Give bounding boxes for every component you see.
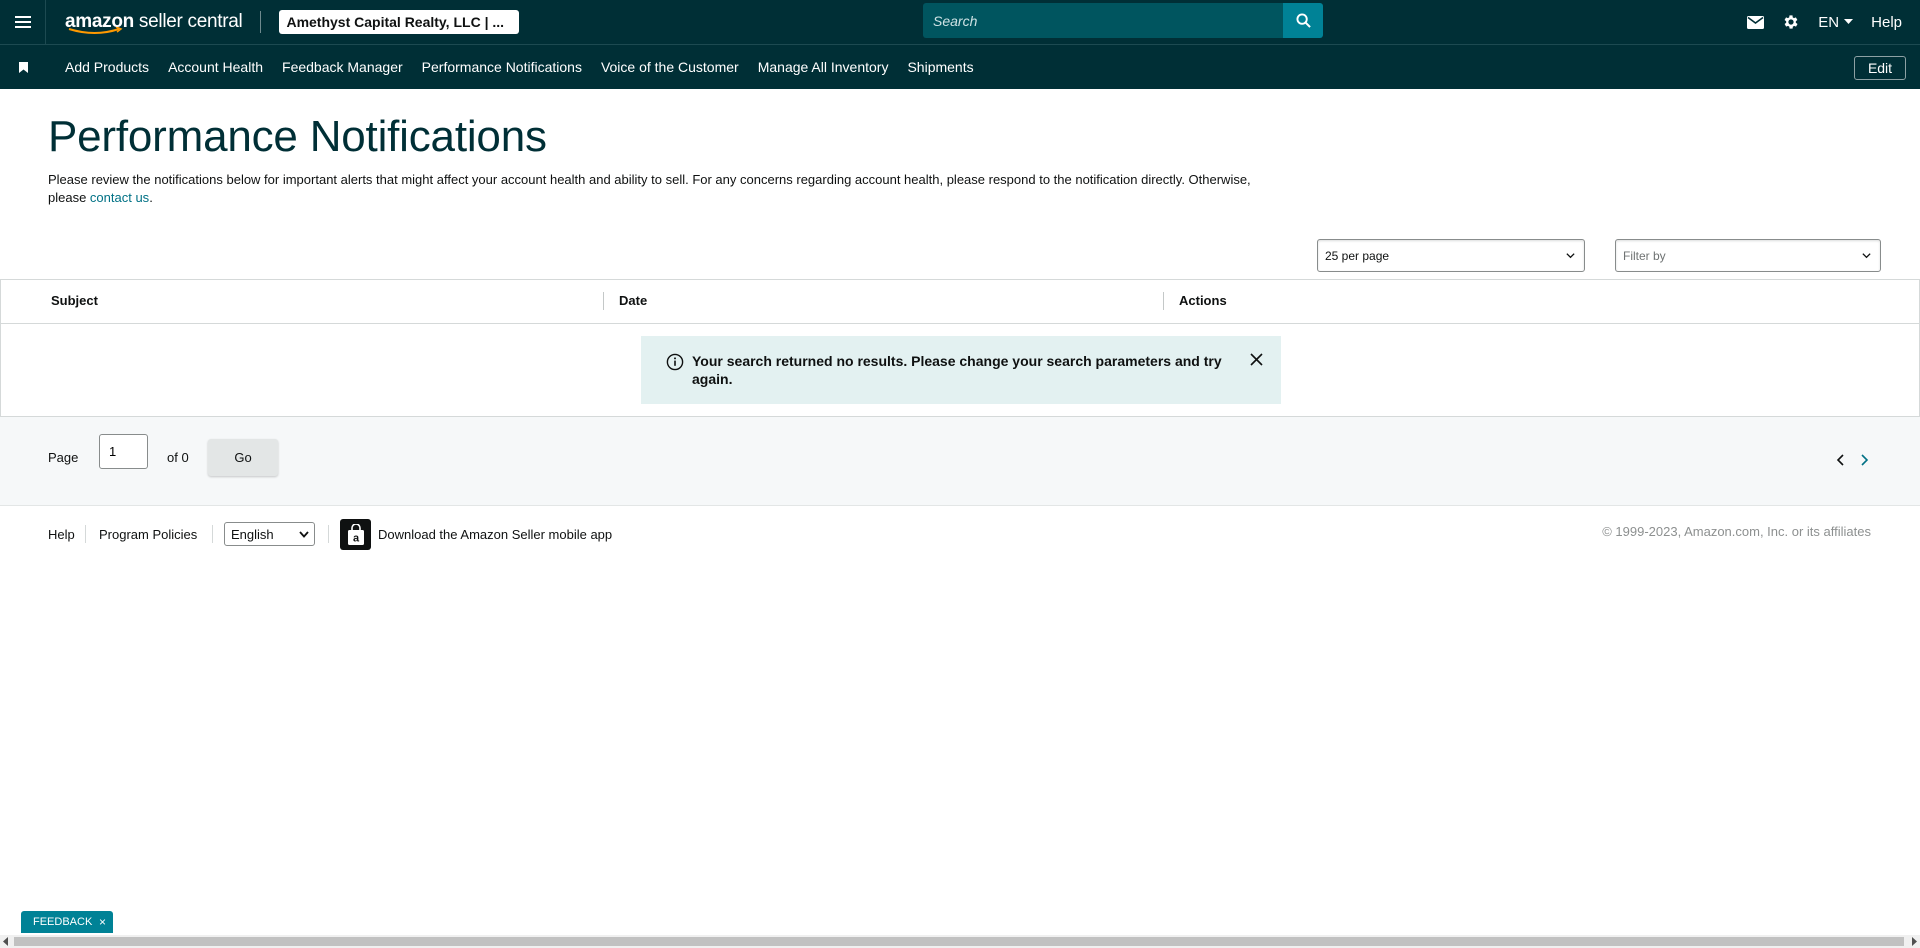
column-divider	[603, 292, 604, 310]
description-end: .	[149, 190, 153, 205]
alert-message: Your search returned no results. Please …	[692, 353, 1222, 387]
chevron-down-icon	[1862, 253, 1871, 259]
footer-language-select[interactable]: English	[224, 522, 315, 546]
search-button[interactable]	[1283, 3, 1323, 38]
top-header: amazon seller central Amethyst Capital R…	[0, 0, 1920, 44]
messages-button[interactable]	[1738, 0, 1773, 44]
column-divider	[1163, 292, 1164, 310]
menu-icon	[14, 16, 31, 28]
nav-item-manage-inventory[interactable]: Manage All Inventory	[758, 59, 889, 75]
notifications-table: Subject Date Actions Your search returne…	[0, 279, 1920, 417]
amazon-app-icon: a	[347, 523, 364, 545]
nav-item-voice-of-customer[interactable]: Voice of the Customer	[601, 59, 739, 75]
svg-text:a: a	[352, 532, 359, 544]
search-icon	[1295, 13, 1311, 28]
chevron-left-icon[interactable]	[1836, 454, 1845, 466]
table-body: Your search returned no results. Please …	[1, 324, 1919, 416]
page-total: of 0	[167, 450, 189, 465]
scrollbar-thumb[interactable]	[14, 937, 1904, 946]
download-app-link[interactable]: Download the Amazon Seller mobile app	[378, 527, 612, 542]
nav-item-add-products[interactable]: Add Products	[65, 59, 149, 75]
description-text: Please review the notifications below fo…	[48, 172, 1251, 205]
contact-us-link[interactable]: contact us	[90, 190, 149, 205]
global-search	[923, 3, 1323, 38]
bookmark-nav-bar: Add Products Account Health Feedback Man…	[0, 44, 1920, 89]
program-policies-link[interactable]: Program Policies	[99, 527, 197, 542]
language-selector[interactable]: EN	[1809, 14, 1862, 31]
chevron-down-icon	[299, 531, 309, 538]
no-results-alert: Your search returned no results. Please …	[641, 336, 1281, 404]
feedback-tab[interactable]: FEEDBACK ×	[21, 911, 113, 933]
edit-nav-button[interactable]: Edit	[1854, 56, 1906, 80]
footer-language-value: English	[231, 526, 274, 542]
amazon-smile-icon	[68, 27, 123, 34]
logo-divider	[260, 11, 262, 33]
horizontal-scrollbar[interactable]	[0, 935, 1920, 948]
chevron-right-icon[interactable]	[1860, 454, 1869, 466]
column-header-subject[interactable]: Subject	[51, 293, 98, 308]
menu-button[interactable]	[0, 0, 46, 44]
page-number-input[interactable]	[99, 434, 148, 469]
gear-icon	[1784, 15, 1798, 29]
scroll-left-icon[interactable]	[3, 937, 9, 946]
page-footer: Help Program Policies English a Download…	[0, 507, 1920, 559]
search-input[interactable]	[923, 3, 1283, 38]
pagination-bar: Page of 0 Go	[0, 417, 1920, 506]
footer-divider	[328, 525, 329, 543]
table-header: Subject Date Actions	[1, 280, 1919, 324]
feedback-label: FEEDBACK	[33, 916, 93, 928]
info-icon	[666, 353, 684, 371]
close-icon[interactable]	[1250, 353, 1263, 366]
column-header-actions: Actions	[1179, 293, 1227, 308]
chevron-down-icon	[1844, 19, 1854, 24]
filter-by-select[interactable]: Filter by	[1615, 239, 1881, 272]
seller-central-logo[interactable]: amazon seller central	[65, 0, 243, 44]
filter-by-placeholder: Filter by	[1623, 248, 1666, 263]
footer-help-link[interactable]: Help	[48, 527, 75, 542]
settings-button[interactable]	[1773, 0, 1809, 44]
app-bag-icon[interactable]: a	[340, 519, 371, 550]
feedback-close-icon[interactable]: ×	[99, 915, 106, 929]
copyright-text: © 1999-2023, Amazon.com, Inc. or its aff…	[1602, 524, 1871, 539]
bookmark-button[interactable]	[0, 45, 46, 89]
footer-divider	[212, 525, 213, 543]
nav-item-feedback-manager[interactable]: Feedback Manager	[282, 59, 403, 75]
go-button[interactable]: Go	[208, 439, 278, 476]
page-title: Performance Notifications	[48, 112, 547, 161]
nav-item-account-health[interactable]: Account Health	[168, 59, 263, 75]
page-label: Page	[48, 450, 79, 465]
header-utilities: EN Help	[1738, 0, 1920, 44]
chevron-down-icon	[1566, 253, 1575, 259]
bookmark-icon	[18, 61, 28, 73]
account-switcher[interactable]: Amethyst Capital Realty, LLC | ...	[279, 10, 520, 34]
scroll-right-icon[interactable]	[1911, 937, 1917, 946]
footer-divider	[85, 525, 86, 543]
language-code: EN	[1818, 13, 1840, 31]
logo-text-seller-central: seller central	[133, 11, 243, 32]
mail-icon	[1747, 15, 1765, 29]
nav-item-performance-notifications[interactable]: Performance Notifications	[422, 59, 582, 75]
help-link[interactable]: Help	[1862, 14, 1920, 31]
per-page-select[interactable]: 25 per page	[1317, 239, 1585, 272]
page-description: Please review the notifications below fo…	[48, 171, 1278, 207]
column-header-date[interactable]: Date	[619, 293, 647, 308]
per-page-value: 25 per page	[1325, 248, 1390, 263]
nav-item-shipments[interactable]: Shipments	[907, 59, 973, 75]
